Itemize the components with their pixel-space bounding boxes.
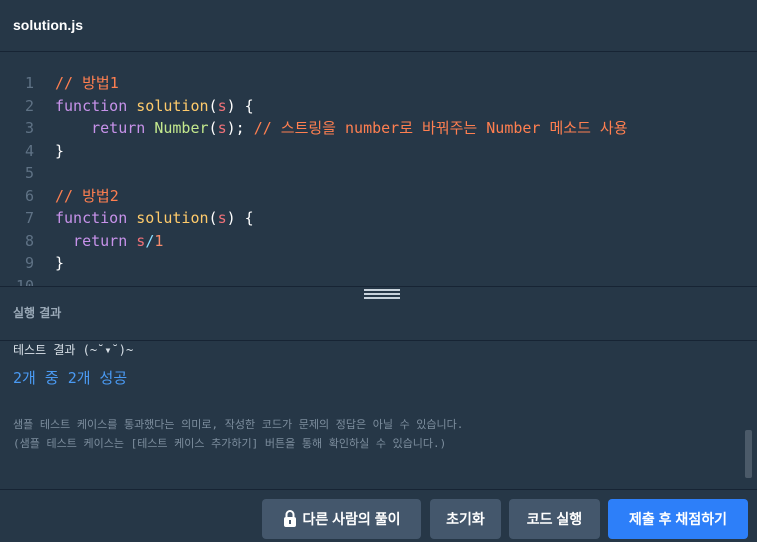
- code-token: return: [55, 119, 155, 137]
- pane-divider: [0, 286, 757, 287]
- sample-note-hint: (샘플 테스트 케이스는 [테스트 케이스 추가하기] 버튼을 통해 확인하실 …: [13, 437, 447, 450]
- code-token: Number: [154, 119, 209, 137]
- submit-button[interactable]: 제출 후 채점하기: [608, 499, 748, 539]
- code-token: s: [217, 96, 227, 115]
- code-token: solution: [136, 209, 209, 227]
- code-token: s: [217, 119, 227, 137]
- run-code-button[interactable]: 코드 실행: [509, 499, 600, 539]
- code-text: // 방법1: [55, 72, 119, 94]
- code-token: ) {: [226, 209, 254, 227]
- reset-button[interactable]: 초기화: [430, 499, 501, 539]
- code-text: // 방법2: [55, 185, 119, 207]
- code-text: return s/1: [55, 230, 163, 252]
- code-token: }: [55, 254, 65, 272]
- code-token: solution: [136, 96, 209, 115]
- code-text: function solution(s) {: [55, 207, 254, 229]
- output-scrollbar[interactable]: [745, 430, 752, 478]
- result-title: 실행 결과: [13, 306, 62, 320]
- line-number: 2: [24, 96, 34, 115]
- test-result-summary: 2개 중 2개 성공: [13, 369, 128, 387]
- test-result-heading: 테스트 결과 (~˘▾˘)~: [13, 343, 134, 357]
- code-token: ) {: [226, 96, 254, 115]
- line-number: 10: [15, 276, 34, 287]
- grip-line: [364, 297, 400, 299]
- line-number: 9: [24, 254, 34, 272]
- code-text: return Number(s); // 스트링을 number로 바꿔주는 N…: [55, 117, 628, 139]
- code-text: }: [55, 140, 64, 162]
- code-token: (: [208, 96, 218, 115]
- editor-header: solution.js: [0, 0, 757, 52]
- code-token: function: [55, 96, 137, 115]
- code-token: /: [145, 231, 155, 250]
- line-number: 6: [24, 186, 34, 205]
- grip-line: [364, 289, 400, 291]
- file-tab[interactable]: solution.js: [13, 17, 83, 33]
- resize-handle[interactable]: [364, 289, 400, 301]
- lock-icon: [283, 510, 296, 528]
- line-number: 5: [24, 164, 34, 182]
- code-token: );: [226, 119, 254, 137]
- grip-line: [364, 293, 400, 295]
- action-bar: 다른 사람의 풀이 초기화 코드 실행 제출 후 채점하기: [0, 489, 757, 542]
- code-token: (: [208, 119, 218, 137]
- other-solutions-label: 다른 사람의 풀이: [302, 511, 401, 527]
- code-editor[interactable]: 1// 방법1 2 function solution(s) {3 return N…: [0, 53, 757, 286]
- code-token: (: [208, 209, 218, 227]
- code-token: s: [136, 231, 146, 250]
- other-solutions-button[interactable]: 다른 사람의 풀이: [262, 499, 421, 539]
- code-token: return: [55, 231, 137, 250]
- code-token: function: [55, 209, 137, 227]
- line-number: 1: [24, 74, 34, 92]
- code-token: }: [55, 141, 65, 160]
- code-token: 1: [154, 231, 164, 250]
- output-panel: 테스트 결과 (~˘▾˘)~ 2개 중 2개 성공 샘플 테스트 케이스를 통과…: [0, 341, 757, 489]
- line-number: 4: [24, 141, 34, 160]
- line-number: 8: [24, 231, 34, 250]
- code-token: // 스트링을 number로 바꿔주는 Number 메소드 사용: [253, 119, 628, 137]
- sample-note: 샘플 테스트 케이스를 통과했다는 의미로, 작성한 코드가 문제의 정답은 아…: [13, 418, 464, 431]
- code-token: // 방법2: [55, 186, 119, 205]
- line-number: 7: [24, 209, 34, 227]
- code-text: function solution(s) {: [55, 95, 254, 117]
- line-number: 3: [24, 119, 34, 137]
- code-token: // 방법1: [55, 74, 119, 92]
- code-token: s: [217, 209, 227, 227]
- code-text: }: [55, 252, 64, 274]
